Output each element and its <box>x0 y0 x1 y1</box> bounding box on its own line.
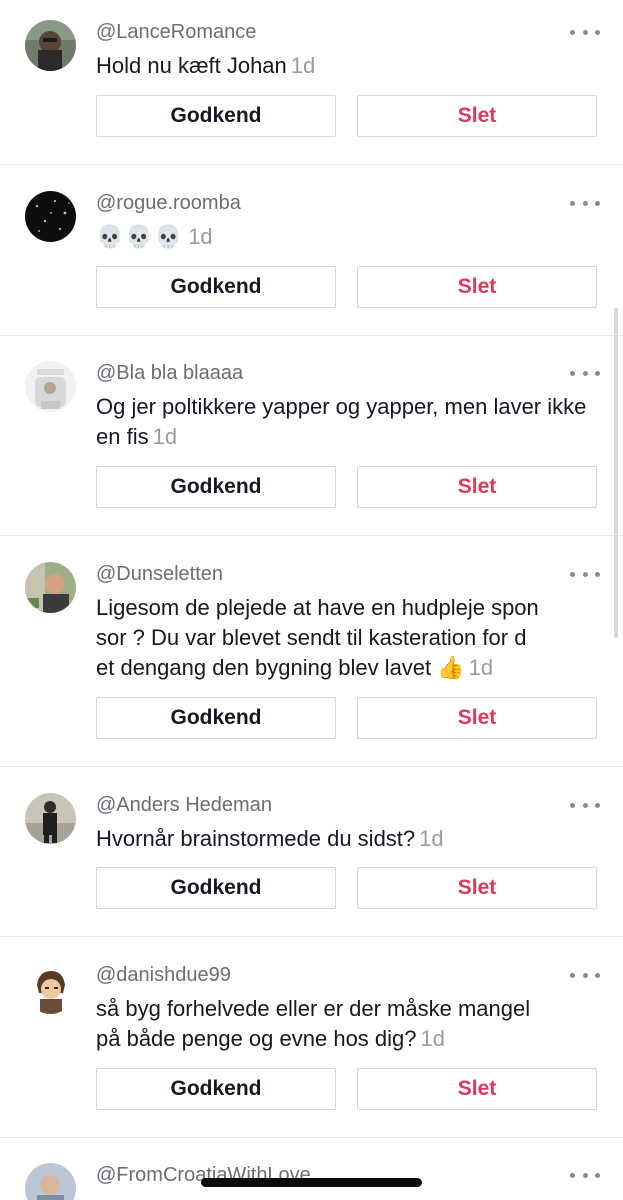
comments-screen: @LanceRomance Hold nu kæft Johan 1d Godke… <box>0 0 623 1200</box>
comment-time: 1d <box>419 826 444 851</box>
comment-text: så byg forhelvede eller er der måske man… <box>96 994 601 1054</box>
comment-body-line: på både penge og evne hos dig? <box>96 1026 417 1051</box>
delete-button[interactable]: Slet <box>357 867 597 909</box>
divider <box>0 936 623 937</box>
comment-time: 1d <box>188 224 213 249</box>
more-options-icon[interactable] <box>570 1168 600 1182</box>
avatar[interactable] <box>25 793 76 844</box>
more-options-icon[interactable] <box>570 798 600 812</box>
comment-body-line: Ligesom de plejede at have en hudpleje s… <box>96 595 539 620</box>
approve-button[interactable]: Godkend <box>96 697 336 739</box>
delete-button[interactable]: Slet <box>357 1068 597 1110</box>
approve-button[interactable]: Godkend <box>96 95 336 137</box>
comment-time: 1d <box>420 1026 445 1051</box>
avatar[interactable] <box>25 1163 76 1200</box>
more-options-icon[interactable] <box>570 25 600 39</box>
more-options-icon[interactable] <box>570 567 600 581</box>
approve-button[interactable]: Godkend <box>96 466 336 508</box>
comment-body-line: et dengang den bygning blev lavet 👍 <box>96 655 465 680</box>
comment-text: Hvornår brainstormede du sidst? 1d <box>96 824 601 854</box>
scrollbar[interactable] <box>614 308 618 638</box>
divider <box>0 1137 623 1138</box>
comment-username[interactable]: @danishdue99 <box>96 964 231 987</box>
comment-username[interactable]: @Anders Hedeman <box>96 794 272 817</box>
avatar[interactable] <box>25 361 76 412</box>
comment-text: 💀💀💀 1d <box>96 222 601 252</box>
avatar[interactable] <box>25 562 76 613</box>
comment-body: Hvornår brainstormede du sidst? <box>96 826 416 851</box>
comment-username[interactable]: @Dunseletten <box>96 563 223 586</box>
avatar[interactable] <box>25 191 76 242</box>
approve-button[interactable]: Godkend <box>96 1068 336 1110</box>
comment-body: Hold nu kæft Johan <box>96 53 287 78</box>
comment-time: 1d <box>290 53 316 78</box>
comment-body-line: så byg forhelvede eller er der måske man… <box>96 996 531 1021</box>
comment-text: Og jer poltikkere yapper og yapper, men … <box>96 392 601 452</box>
comment-text: Ligesom de plejede at have en hudpleje s… <box>96 593 601 683</box>
comment-time: 1d <box>152 424 178 449</box>
approve-button[interactable]: Godkend <box>96 266 336 308</box>
comment-text: Hold nu kæft Johan 1d <box>96 51 601 81</box>
divider <box>0 164 623 165</box>
more-options-icon[interactable] <box>570 366 600 380</box>
divider <box>0 335 623 336</box>
more-options-icon[interactable] <box>570 196 600 210</box>
divider <box>0 766 623 767</box>
home-indicator[interactable] <box>201 1178 422 1187</box>
avatar[interactable] <box>25 963 76 1014</box>
divider <box>0 535 623 536</box>
approve-button[interactable]: Godkend <box>96 867 336 909</box>
comment-body: 💀💀💀 <box>96 224 185 249</box>
comment-username[interactable]: @LanceRomance <box>96 21 256 44</box>
comment-body-line: sor ? Du var blevet sendt til kasteratio… <box>96 625 527 650</box>
delete-button[interactable]: Slet <box>357 697 597 739</box>
comment-time: 1d <box>468 655 494 680</box>
comment-username[interactable]: @rogue.roomba <box>96 192 241 215</box>
more-options-icon[interactable] <box>570 968 600 982</box>
comment-username[interactable]: @Bla bla blaaaa <box>96 362 243 385</box>
avatar[interactable] <box>25 20 76 71</box>
delete-button[interactable]: Slet <box>357 266 597 308</box>
delete-button[interactable]: Slet <box>357 95 597 137</box>
delete-button[interactable]: Slet <box>357 466 597 508</box>
